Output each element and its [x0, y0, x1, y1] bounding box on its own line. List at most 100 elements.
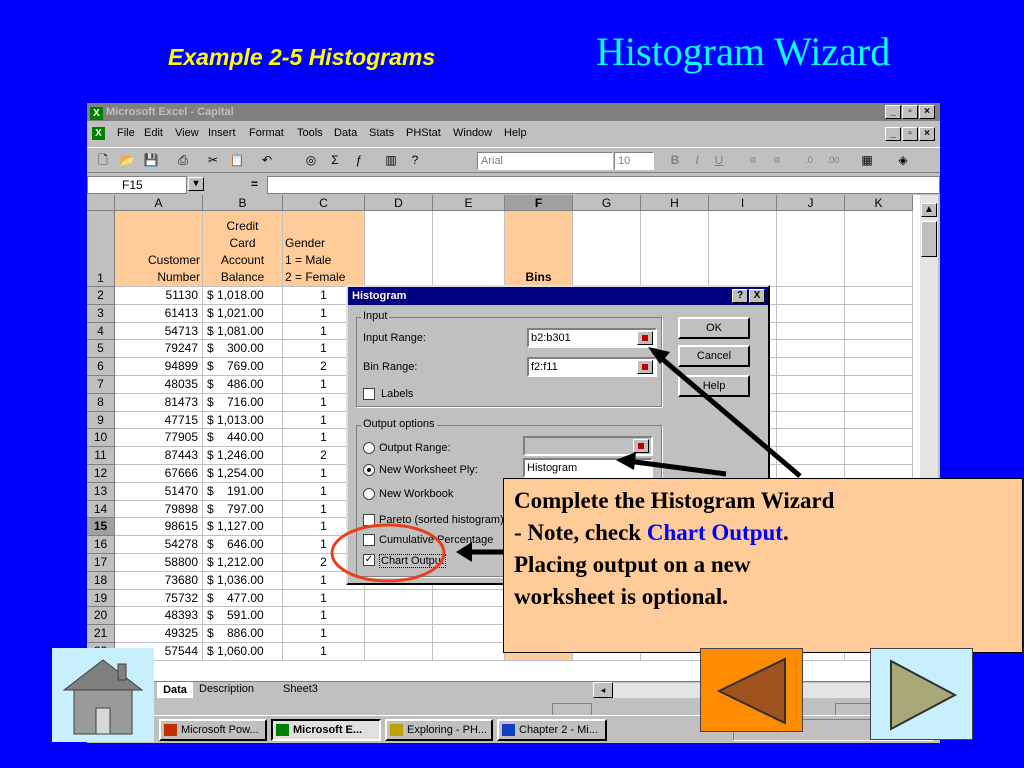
balance-cell[interactable]: $ 646.00: [203, 536, 283, 554]
balance-cell[interactable]: $ 591.00: [203, 607, 283, 626]
row-header[interactable]: 17: [87, 554, 115, 572]
customer-number-cell[interactable]: 79247: [115, 340, 203, 359]
minimize-icon[interactable]: _: [885, 105, 901, 119]
empty-cell[interactable]: [365, 625, 433, 643]
balance-cell[interactable]: $ 1,018.00: [203, 287, 283, 305]
bold-icon[interactable]: B: [665, 151, 685, 170]
balance-cell[interactable]: $ 1,036.00: [203, 571, 283, 590]
column-header-d[interactable]: D: [365, 195, 433, 211]
header-cell-a[interactable]: Customer Number: [115, 211, 203, 287]
borders-icon[interactable]: ▦: [857, 151, 877, 170]
customer-number-cell[interactable]: 49325: [115, 625, 203, 643]
previous-button[interactable]: [700, 648, 803, 732]
row-header[interactable]: 6: [87, 358, 115, 376]
row-header[interactable]: 10: [87, 429, 115, 448]
chart-wizard-icon[interactable]: ▥: [381, 151, 401, 170]
empty-cell[interactable]: [777, 304, 845, 323]
menu-file[interactable]: File: [117, 127, 135, 139]
empty-cell[interactable]: [845, 376, 913, 394]
ok-button[interactable]: OK: [678, 317, 750, 339]
row-header[interactable]: 20: [87, 607, 115, 626]
empty-cell[interactable]: [365, 211, 433, 287]
customer-number-cell[interactable]: 87443: [115, 447, 203, 465]
help-button[interactable]: Help: [678, 375, 750, 397]
name-box-dropdown-icon[interactable]: ▾: [188, 177, 204, 191]
empty-cell[interactable]: [777, 287, 845, 305]
menu-view[interactable]: View: [175, 127, 199, 139]
row-header[interactable]: 7: [87, 376, 115, 394]
help-icon[interactable]: ?: [405, 151, 425, 170]
task-excel[interactable]: Microsoft E...: [271, 719, 381, 741]
row-header[interactable]: 3: [87, 304, 115, 323]
empty-cell[interactable]: [777, 322, 845, 341]
balance-cell[interactable]: $ 1,081.00: [203, 322, 283, 341]
empty-cell[interactable]: [845, 287, 913, 305]
row-header[interactable]: 9: [87, 411, 115, 430]
font-size-box[interactable]: 10: [614, 152, 654, 170]
doc-close-icon[interactable]: ×: [919, 127, 935, 141]
dialog-help-icon[interactable]: ?: [732, 289, 748, 303]
close-icon[interactable]: ×: [919, 105, 935, 119]
menu-phstat[interactable]: PHStat: [406, 127, 441, 139]
menu-insert[interactable]: Insert: [208, 127, 236, 139]
output-range-radio[interactable]: [363, 442, 375, 454]
empty-cell[interactable]: [777, 411, 845, 430]
empty-cell[interactable]: [845, 447, 913, 465]
balance-cell[interactable]: $ 191.00: [203, 482, 283, 501]
row-header[interactable]: 11: [87, 447, 115, 465]
gender-cell[interactable]: 1: [283, 625, 365, 643]
tab-scroll-left-icon[interactable]: ◂: [593, 682, 613, 698]
empty-cell[interactable]: [433, 589, 505, 608]
output-range-field[interactable]: [523, 436, 653, 456]
name-box[interactable]: F15: [87, 176, 187, 194]
balance-cell[interactable]: $ 477.00: [203, 589, 283, 608]
gender-cell[interactable]: 1: [283, 607, 365, 626]
balance-cell[interactable]: $ 1,127.00: [203, 518, 283, 537]
pareto-checkbox[interactable]: [363, 514, 375, 526]
menu-data[interactable]: Data: [334, 127, 357, 139]
save-icon[interactable]: 💾: [141, 151, 161, 170]
new-icon[interactable]: 🗋: [93, 151, 113, 170]
empty-cell[interactable]: [845, 211, 913, 287]
customer-number-cell[interactable]: 47715: [115, 411, 203, 430]
row-header[interactable]: 13: [87, 482, 115, 501]
empty-cell[interactable]: [777, 393, 845, 412]
sheet-tab-description[interactable]: Description: [199, 683, 254, 695]
empty-cell[interactable]: [573, 211, 641, 287]
empty-cell[interactable]: [777, 211, 845, 287]
decrease-decimal-icon[interactable]: .00: [823, 151, 843, 170]
empty-cell[interactable]: [777, 429, 845, 448]
open-icon[interactable]: 📂: [117, 151, 137, 170]
row-header[interactable]: 19: [87, 589, 115, 608]
customer-number-cell[interactable]: 98615: [115, 518, 203, 537]
formula-equals[interactable]: =: [251, 177, 258, 191]
align-center-icon[interactable]: ≡: [767, 151, 787, 170]
collapse-dialog-icon[interactable]: [637, 331, 653, 345]
italic-icon[interactable]: I: [687, 151, 707, 170]
column-header-g[interactable]: G: [573, 195, 641, 211]
row-header[interactable]: 16: [87, 536, 115, 554]
menu-format[interactable]: Format: [249, 127, 284, 139]
column-header-c[interactable]: C: [283, 195, 365, 211]
empty-cell[interactable]: [777, 447, 845, 465]
row-header[interactable]: 1: [87, 211, 115, 287]
balance-cell[interactable]: $ 797.00: [203, 500, 283, 519]
sheet-tab-data[interactable]: Data: [157, 682, 193, 698]
column-header-k[interactable]: K: [845, 195, 913, 211]
balance-cell[interactable]: $ 769.00: [203, 358, 283, 376]
customer-number-cell[interactable]: 58800: [115, 554, 203, 572]
menu-help[interactable]: Help: [504, 127, 527, 139]
paste-icon[interactable]: 📋: [227, 151, 247, 170]
dialog-close-icon[interactable]: X: [749, 289, 765, 303]
customer-number-cell[interactable]: 51130: [115, 287, 203, 305]
autosum-icon[interactable]: Σ: [325, 151, 345, 170]
empty-cell[interactable]: [845, 393, 913, 412]
row-header[interactable]: 18: [87, 571, 115, 590]
header-cell-f[interactable]: Bins: [505, 211, 573, 287]
gender-cell[interactable]: 1: [283, 643, 365, 661]
header-cell-c[interactable]: Gender 1 = Male 2 = Female: [283, 211, 365, 287]
collapse-dialog-icon[interactable]: [633, 439, 649, 453]
align-left-icon[interactable]: ≡: [743, 151, 763, 170]
next-button[interactable]: [870, 648, 973, 740]
menu-tools[interactable]: Tools: [297, 127, 323, 139]
